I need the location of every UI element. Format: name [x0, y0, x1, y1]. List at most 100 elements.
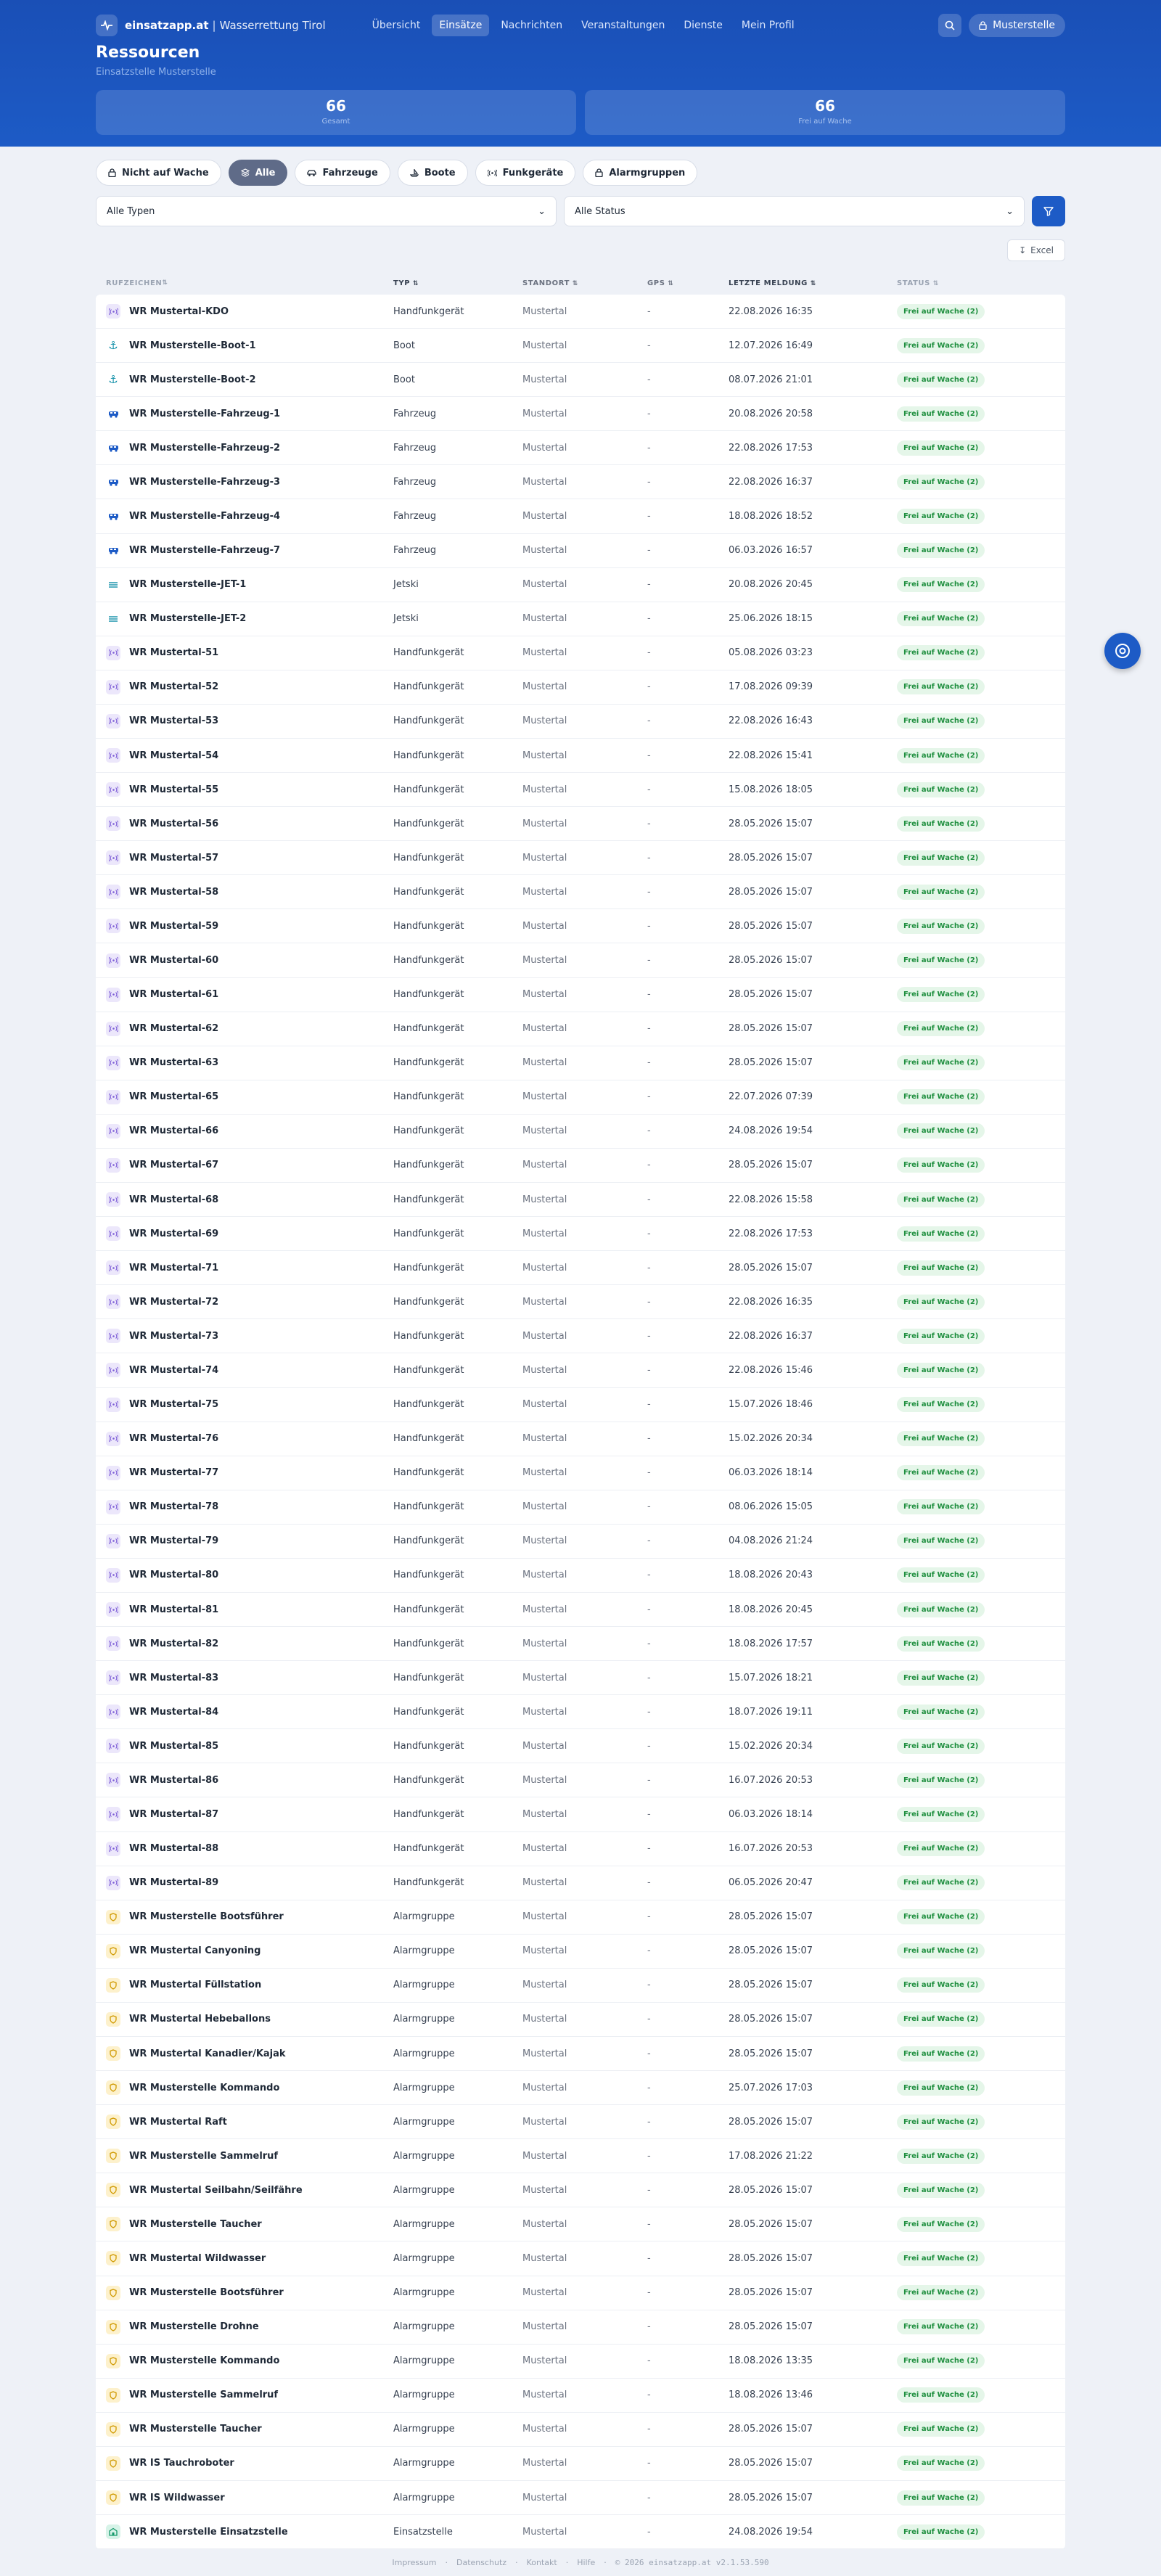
table-row[interactable]: WR Mustertal-59 Handfunkgerät Mustertal - 28…	[96, 909, 1065, 944]
filter-chip-2[interactable]: Fahrzeuge	[295, 160, 390, 186]
table-row[interactable]: WR Mustertal Seilbahn/Seilfähre Alarmgrup…	[96, 2173, 1065, 2208]
table-row[interactable]: WR Mustertal-83 Handfunkgerät Mustertal - 15…	[96, 1661, 1065, 1696]
type-select[interactable]: Alle Typen ⌄	[96, 196, 557, 226]
column-header[interactable]: STATUS ⇅	[897, 279, 1065, 287]
table-row[interactable]: WR Mustertal-71 Handfunkgerät Mustertal - 28…	[96, 1251, 1065, 1286]
footer-item-1[interactable]: Datenschutz	[456, 2558, 506, 2567]
table-row[interactable]: WR Mustertal-78 Handfunkgerät Mustertal - 08…	[96, 1490, 1065, 1525]
table-row[interactable]: WR Mustertal-51 Handfunkgerät Mustertal - 05…	[96, 636, 1065, 670]
table-row[interactable]: WR Musterstelle Bootsführer Alarmgruppe Mu…	[96, 1900, 1065, 1935]
table-row[interactable]: WR Musterstelle-Fahrzeug-2 Fahrzeug Muster…	[96, 431, 1065, 466]
filter-chip-1[interactable]: Alle	[228, 160, 288, 186]
table-row[interactable]: WR Mustertal-67 Handfunkgerät Mustertal - 28…	[96, 1149, 1065, 1184]
filter-button[interactable]	[1032, 196, 1065, 226]
cell-location: Mustertal	[522, 886, 567, 898]
table-row[interactable]: WR Musterstelle-Fahrzeug-3 Fahrzeug Muster…	[96, 465, 1065, 500]
table-row[interactable]: WR Musterstelle-Fahrzeug-4 Fahrzeug Muster…	[96, 499, 1065, 534]
user-menu-button[interactable]: Musterstelle	[969, 14, 1065, 37]
column-header[interactable]: RUFZEICHEN ⇅	[96, 279, 393, 287]
table-row[interactable]: WR Mustertal Canyoning Alarmgruppe Mustert…	[96, 1935, 1065, 1969]
table-row[interactable]: WR Mustertal-75 Handfunkgerät Mustertal - 15…	[96, 1388, 1065, 1422]
table-row[interactable]: WR Mustertal-68 Handfunkgerät Mustertal - 22…	[96, 1183, 1065, 1218]
cell-callsign: WR Musterstelle-JET-1	[96, 578, 393, 592]
table-row[interactable]: WR Musterstelle-JET-1 Jetski Mustertal - 20.…	[96, 568, 1065, 602]
brand-logo[interactable]: einsatzapp.at | Wasserrettung Tirol	[96, 15, 326, 36]
table-row[interactable]: WR Mustertal-66 Handfunkgerät Mustertal - 24…	[96, 1115, 1065, 1149]
table-row[interactable]: WR Mustertal-55 Handfunkgerät Mustertal - 15…	[96, 773, 1065, 808]
help-button[interactable]	[1104, 633, 1141, 669]
table-row[interactable]: WR Mustertal Raft Alarmgruppe Mustertal - 28…	[96, 2105, 1065, 2140]
table-row[interactable]: WR Musterstelle Drohne Alarmgruppe Mustert…	[96, 2310, 1065, 2345]
filter-chip-5[interactable]: Alarmgruppen	[583, 160, 698, 186]
table-row[interactable]: WR Mustertal-77 Handfunkgerät Mustertal - 06…	[96, 1456, 1065, 1490]
nav-item-5[interactable]: Mein Profil	[734, 15, 802, 36]
table-row[interactable]: WR Mustertal Hebeballons Alarmgruppe Muste…	[96, 2003, 1065, 2037]
nav-item-0[interactable]: Übersicht	[365, 15, 428, 36]
table-row[interactable]: WR Mustertal-53 Handfunkgerät Mustertal - 22…	[96, 705, 1065, 739]
table-row[interactable]: WR Musterstelle Taucher Alarmgruppe Muster…	[96, 2413, 1065, 2447]
nav-item-4[interactable]: Dienste	[676, 15, 730, 36]
table-row[interactable]: WR Musterstelle Sammelruf Alarmgruppe Must…	[96, 2139, 1065, 2174]
table-row[interactable]: WR Mustertal-89 Handfunkgerät Mustertal - 06…	[96, 1866, 1065, 1900]
table-row[interactable]: WR Mustertal-65 Handfunkgerät Mustertal - 22…	[96, 1080, 1065, 1115]
table-row[interactable]: WR Musterstelle-JET-2 Jetski Mustertal - 25.…	[96, 602, 1065, 636]
cell-last-report: 28.05.2026 15:07	[729, 1980, 813, 1991]
column-header[interactable]: GPS ⇅	[647, 279, 729, 287]
footer-item-3[interactable]: Hilfe	[577, 2558, 595, 2567]
filter-chip-4[interactable]: Funkgeräte	[475, 160, 576, 186]
table-row[interactable]: WR Musterstelle Taucher Alarmgruppe Muster…	[96, 2207, 1065, 2242]
filter-chip-3[interactable]: Boote	[397, 160, 468, 186]
nav-item-1[interactable]: Einsätze	[432, 15, 490, 36]
table-row[interactable]: WR Mustertal-60 Handfunkgerät Mustertal - 28…	[96, 943, 1065, 978]
table-row[interactable]: WR Musterstelle-Fahrzeug-7 Fahrzeug Muster…	[96, 534, 1065, 568]
table-row[interactable]: WR Mustertal-KDO Handfunkgerät Mustertal - 2…	[96, 295, 1065, 329]
table-row[interactable]: WR Mustertal Füllstation Alarmgruppe Muste…	[96, 1969, 1065, 2003]
table-row[interactable]: WR Musterstelle Kommando Alarmgruppe Muste…	[96, 2071, 1065, 2106]
table-row[interactable]: WR Mustertal-57 Handfunkgerät Mustertal - 28…	[96, 841, 1065, 876]
table-row[interactable]: WR Mustertal-74 Handfunkgerät Mustertal - 22…	[96, 1353, 1065, 1388]
table-row[interactable]: WR Mustertal-84 Handfunkgerät Mustertal - 18…	[96, 1695, 1065, 1730]
table-row[interactable]: WR Mustertal-63 Handfunkgerät Mustertal - 28…	[96, 1046, 1065, 1080]
table-row[interactable]: WR Mustertal-69 Handfunkgerät Mustertal - 22…	[96, 1217, 1065, 1252]
column-header[interactable]: LETZTE MELDUNG ⇅	[729, 279, 897, 287]
table-row[interactable]: WR Mustertal-87 Handfunkgerät Mustertal - 06…	[96, 1797, 1065, 1832]
table-row[interactable]: WR Mustertal-79 Handfunkgerät Mustertal - 04…	[96, 1525, 1065, 1559]
table-row[interactable]: WR Mustertal-56 Handfunkgerät Mustertal - 28…	[96, 807, 1065, 842]
table-row[interactable]: WR Mustertal Wildwasser Alarmgruppe Muster…	[96, 2241, 1065, 2276]
table-row[interactable]: WR Musterstelle Bootsführer Alarmgruppe Mu…	[96, 2276, 1065, 2310]
table-row[interactable]: WR Mustertal Kanadier/Kajak Alarmgruppe Mu…	[96, 2037, 1065, 2072]
table-row[interactable]: WR Mustertal-82 Handfunkgerät Mustertal - 18…	[96, 1627, 1065, 1662]
table-row[interactable]: WR IS Wildwasser Alarmgruppe Mustertal - 28.…	[96, 2481, 1065, 2516]
footer-item-0[interactable]: Impressum	[392, 2558, 436, 2567]
table-row[interactable]: WR Musterstelle Sammelruf Alarmgruppe Must…	[96, 2379, 1065, 2413]
status-select[interactable]: Alle Status ⌄	[564, 196, 1025, 226]
column-header[interactable]: TYP ⇅	[393, 279, 522, 287]
table-row[interactable]: WR IS Tauchroboter Alarmgruppe Mustertal - 2…	[96, 2447, 1065, 2481]
table-row[interactable]: WR Mustertal-88 Handfunkgerät Mustertal - 16…	[96, 1832, 1065, 1866]
table-row[interactable]: WR Mustertal-81 Handfunkgerät Mustertal - 18…	[96, 1593, 1065, 1628]
table-row[interactable]: WR Musterstelle Kommando Alarmgruppe Muste…	[96, 2345, 1065, 2379]
table-row[interactable]: WR Mustertal-76 Handfunkgerät Mustertal - 15…	[96, 1422, 1065, 1456]
footer-item-2[interactable]: Kontakt	[527, 2558, 557, 2567]
table-row[interactable]: ⚓ WR Musterstelle-Boot-1 Boot Mustertal - 12.…	[96, 329, 1065, 364]
cell-location: Mustertal	[522, 613, 567, 625]
table-row[interactable]: WR Mustertal-52 Handfunkgerät Mustertal - 17…	[96, 670, 1065, 705]
table-row[interactable]: WR Mustertal-85 Handfunkgerät Mustertal - 15…	[96, 1729, 1065, 1764]
nav-item-2[interactable]: Nachrichten	[493, 15, 570, 36]
table-row[interactable]: WR Mustertal-72 Handfunkgerät Mustertal - 22…	[96, 1285, 1065, 1320]
filter-chip-0[interactable]: Nicht auf Wache	[96, 160, 221, 186]
table-row[interactable]: WR Mustertal-61 Handfunkgerät Mustertal - 28…	[96, 978, 1065, 1012]
search-button[interactable]	[938, 14, 962, 37]
table-row[interactable]: WR Mustertal-73 Handfunkgerät Mustertal - 22…	[96, 1319, 1065, 1354]
table-row[interactable]: WR Mustertal-86 Handfunkgerät Mustertal - 16…	[96, 1763, 1065, 1798]
table-row[interactable]: ⚓ WR Musterstelle-Boot-2 Boot Mustertal - 08.…	[96, 363, 1065, 398]
nav-item-3[interactable]: Veranstaltungen	[574, 15, 672, 36]
table-row[interactable]: WR Mustertal-62 Handfunkgerät Mustertal - 28…	[96, 1012, 1065, 1046]
table-row[interactable]: WR Musterstelle-Fahrzeug-1 Fahrzeug Muster…	[96, 397, 1065, 432]
column-header[interactable]: STANDORT ⇅	[522, 279, 647, 287]
table-row[interactable]: WR Musterstelle Einsatzstelle Einsatzstel…	[96, 2515, 1065, 2550]
table-row[interactable]: WR Mustertal-80 Handfunkgerät Mustertal - 18…	[96, 1559, 1065, 1593]
table-row[interactable]: WR Mustertal-58 Handfunkgerät Mustertal - 28…	[96, 875, 1065, 910]
table-row[interactable]: WR Mustertal-54 Handfunkgerät Mustertal - 22…	[96, 739, 1065, 774]
excel-export-button[interactable]: ↧ Excel	[1007, 239, 1065, 261]
